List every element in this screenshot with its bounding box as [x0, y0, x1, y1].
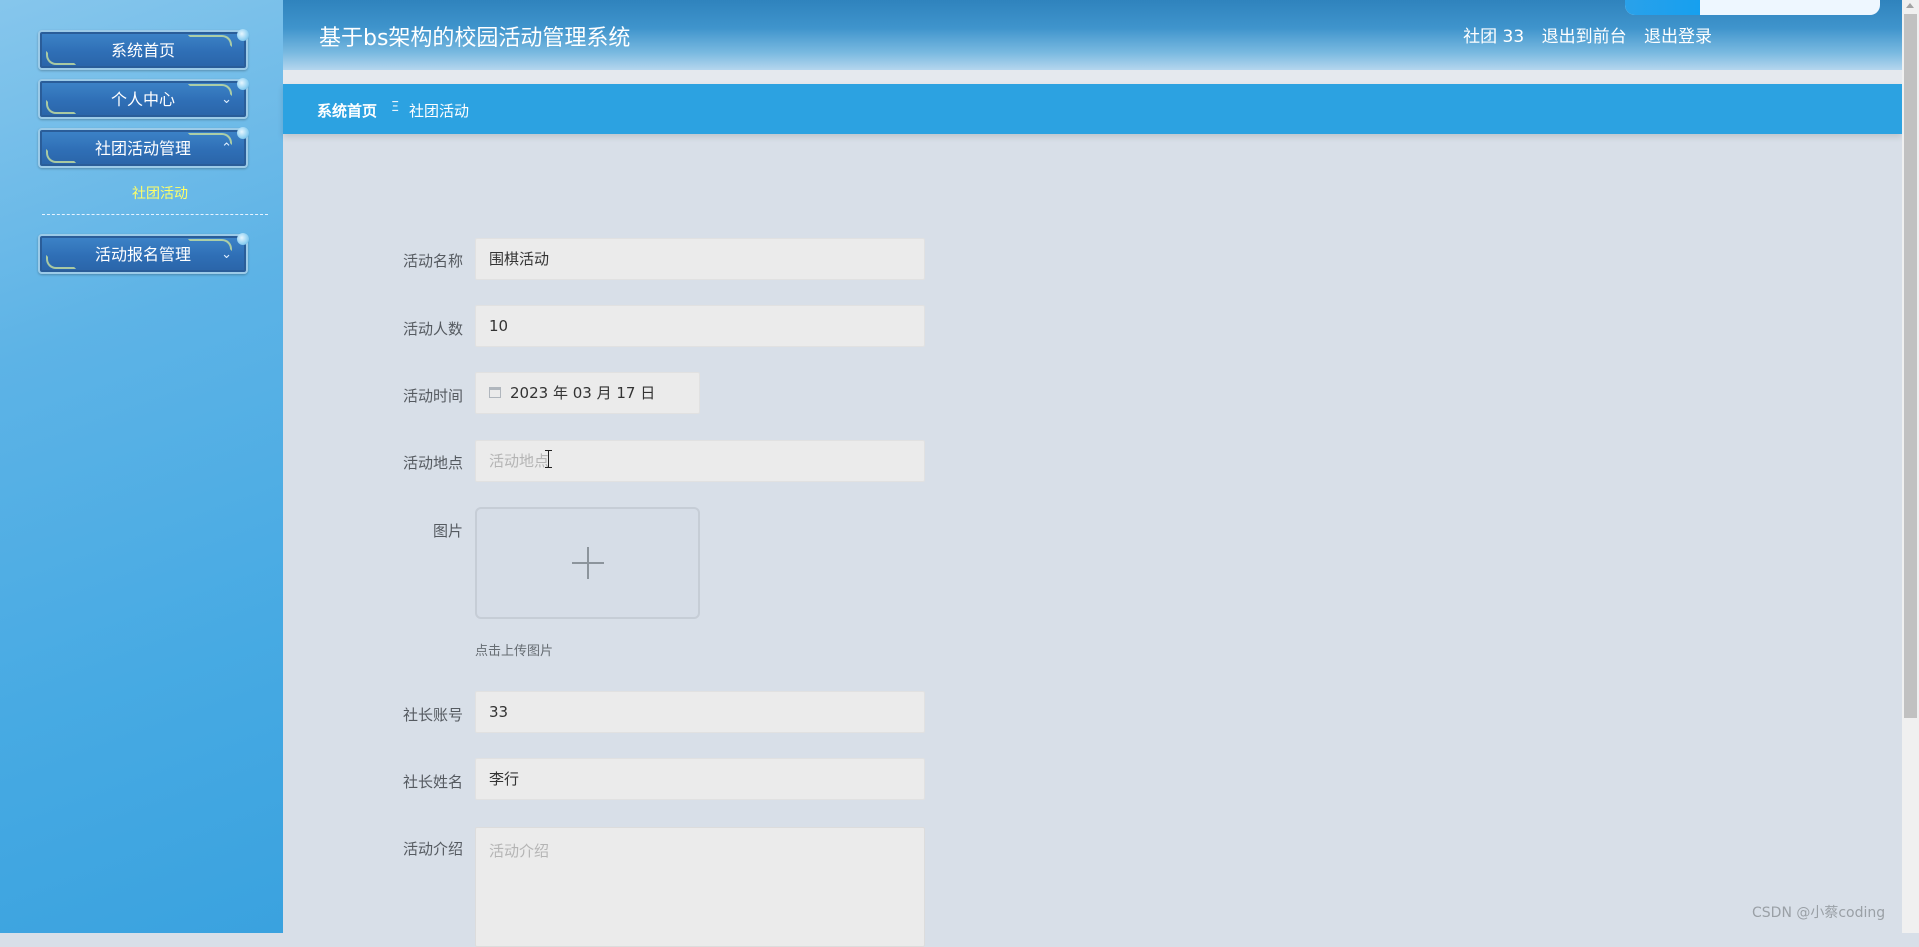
ornament-icon — [237, 233, 249, 245]
activity-name-label: 活动名称 — [402, 252, 463, 270]
top-search-widget[interactable] — [1625, 0, 1880, 15]
current-user: 社团 33 — [1463, 27, 1525, 47]
sidebar-item-personal-center[interactable]: 个人中心 ⌄ — [38, 78, 249, 119]
image-upload-box[interactable] — [475, 507, 700, 619]
header-links: 社团 33 退出到前台 退出登录 — [1463, 22, 1712, 47]
leader-account-label: 社长账号 — [402, 706, 463, 724]
text-cursor-icon — [545, 450, 553, 468]
breadcrumb-separator-icon: Ξ — [391, 100, 400, 115]
activity-time-label: 活动时间 — [402, 387, 463, 405]
top-widget-button[interactable] — [1625, 0, 1700, 15]
activity-time-value: 2023 年 03 月 17 日 — [510, 384, 656, 402]
ornament-icon — [237, 78, 249, 90]
activity-count-label: 活动人数 — [402, 320, 463, 338]
leader-account-input[interactable]: 33 — [475, 691, 925, 733]
sidebar-item-label: 个人中心 — [110, 90, 175, 109]
leader-name-label: 社长姓名 — [402, 773, 463, 791]
upload-hint: 点击上传图片 — [475, 644, 554, 659]
scroll-up-arrow-icon[interactable] — [1906, 3, 1914, 8]
vertical-scrollbar[interactable] — [1902, 0, 1919, 933]
breadcrumb-home[interactable]: 系统首页 — [317, 100, 377, 121]
ornament-icon — [237, 127, 249, 139]
activity-time-picker[interactable]: 2023 年 03 月 17 日 — [475, 372, 700, 414]
chevron-down-icon: ⌄ — [221, 247, 232, 262]
sidebar-item-home[interactable]: 系统首页 — [38, 29, 249, 70]
logout-link[interactable]: 退出登录 — [1644, 27, 1712, 47]
chevron-up-icon: ⌃ — [221, 141, 232, 156]
app-title: 基于bs架构的校园活动管理系统 — [319, 26, 631, 51]
leader-name-input[interactable]: 李行 — [475, 758, 925, 800]
calendar-icon — [489, 387, 501, 398]
scrollbar-thumb[interactable] — [1904, 14, 1917, 718]
activity-name-input[interactable]: 围棋活动 — [475, 238, 925, 280]
activity-count-input[interactable]: 10 — [475, 305, 925, 347]
image-label: 图片 — [432, 522, 463, 540]
sidebar-item-label: 系统首页 — [110, 41, 175, 60]
breadcrumb-current: 社团活动 — [409, 102, 470, 120]
activity-intro-label: 活动介绍 — [402, 840, 463, 858]
sidebar-item-club-activity-management[interactable]: 社团活动管理 ⌃ — [38, 127, 249, 168]
activity-intro-textarea[interactable]: 活动介绍 — [475, 827, 925, 947]
activity-location-label: 活动地点 — [402, 454, 463, 472]
ornament-icon — [237, 29, 249, 41]
breadcrumb: 系统首页 Ξ 社团活动 — [283, 84, 1902, 134]
sidebar-item-registration-management[interactable]: 活动报名管理 ⌄ — [38, 233, 249, 274]
sidebar-divider — [42, 214, 268, 215]
sidebar: 系统首页 个人中心 ⌄ 社团活动管理 ⌃ 社团活动 活动报名管理 ⌄ — [0, 0, 283, 933]
sidebar-item-label: 社团活动管理 — [94, 139, 191, 158]
exit-to-front-link[interactable]: 退出到前台 — [1542, 27, 1627, 47]
sidebar-subitem-club-activity[interactable]: 社团活动 — [0, 183, 320, 203]
sidebar-item-label: 活动报名管理 — [94, 245, 191, 264]
watermark: CSDN @小蔡coding — [1752, 905, 1886, 921]
chevron-down-icon: ⌄ — [221, 92, 232, 107]
activity-location-input[interactable]: 活动地点 — [475, 440, 925, 482]
